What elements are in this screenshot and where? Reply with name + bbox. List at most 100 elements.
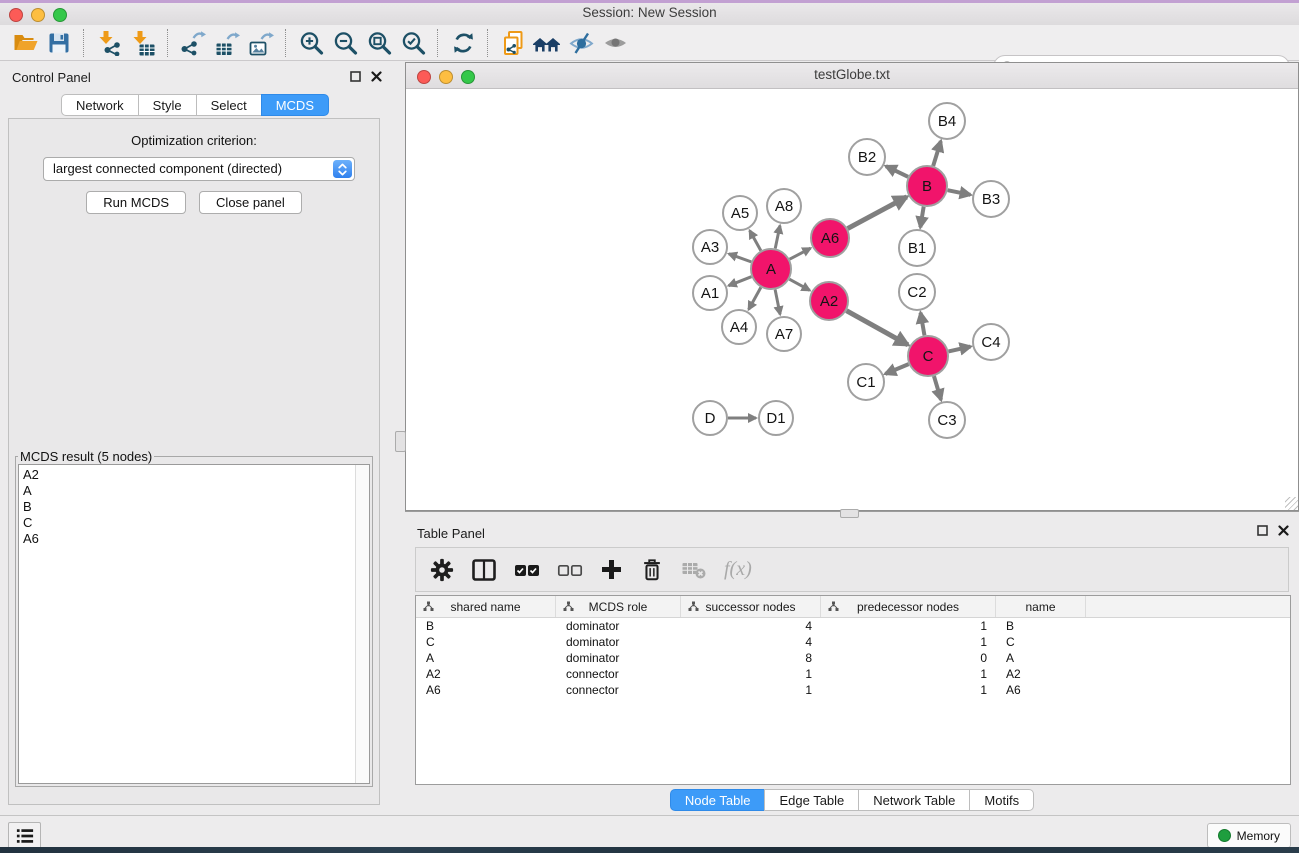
table-cell: A6 — [416, 683, 556, 697]
import-table-icon[interactable] — [126, 28, 160, 58]
mcds-result-item[interactable]: C — [19, 515, 369, 531]
new-network-from-selection-icon[interactable] — [496, 28, 530, 58]
tab-select[interactable]: Select — [196, 94, 262, 116]
graph-edge-B-B1[interactable] — [920, 207, 923, 228]
create-new-column-icon[interactable] — [600, 558, 623, 581]
graph-node-label-B2: B2 — [858, 149, 876, 166]
graph-edge-A-A7[interactable] — [775, 290, 780, 315]
table-cell: A — [996, 651, 1086, 665]
mcds-result-group: MCDS result (5 nodes) A2ABCA6 — [15, 449, 373, 787]
graph-node-label-B: B — [922, 178, 932, 195]
graph-edge-A-A1[interactable] — [729, 277, 752, 286]
network-graph[interactable]: B4B2BB3A8A5A6A3B1AA1C2A2A4A7C4CC1C3DD1 — [406, 89, 1298, 510]
show-all-networks-icon[interactable] — [530, 28, 564, 58]
graph-edge-C-C4[interactable] — [948, 347, 970, 352]
table-row[interactable]: Cdominator41C — [416, 634, 1290, 650]
table-row[interactable]: A2connector11A2 — [416, 666, 1290, 682]
hide-selected-icon[interactable] — [564, 28, 598, 58]
graph-node-label-A1: A1 — [701, 285, 719, 302]
graph-edge-C-C3[interactable] — [934, 376, 941, 400]
table-row[interactable]: A6connector11A6 — [416, 682, 1290, 698]
mcds-result-item[interactable]: A6 — [19, 531, 369, 547]
column-header-mcds-role[interactable]: MCDS role — [556, 596, 681, 617]
graph-node-label-D: D — [705, 410, 716, 427]
tab-network-table[interactable]: Network Table — [858, 789, 970, 811]
column-header-name[interactable]: name — [996, 596, 1086, 617]
graph-edge-B-B4[interactable] — [933, 141, 941, 166]
mcds-result-list[interactable]: A2ABCA6 — [18, 464, 370, 784]
optimization-criterion-dropdown[interactable]: largest connected component (directed) — [43, 157, 355, 181]
network-window-titlebar[interactable]: testGlobe.txt — [406, 63, 1298, 89]
graph-edge-B-B3[interactable] — [948, 190, 971, 195]
graph-edge-A-A4[interactable] — [749, 287, 761, 309]
graph-edge-A6-B[interactable] — [848, 197, 907, 229]
graph-edge-A2-C[interactable] — [846, 311, 907, 345]
scrollbar-track[interactable] — [355, 465, 369, 783]
graph-edge-C-C1[interactable] — [885, 364, 908, 374]
table-panel-tabs: Node TableEdge TableNetwork TableMotifs — [670, 789, 1034, 811]
tab-style[interactable]: Style — [138, 94, 197, 116]
tab-motifs[interactable]: Motifs — [969, 789, 1034, 811]
desktop-edge — [0, 0, 1299, 3]
graph-edge-A-A8[interactable] — [775, 226, 780, 249]
node-table[interactable]: shared nameMCDS rolesuccessor nodesprede… — [415, 595, 1291, 785]
graph-node-label-C: C — [923, 348, 934, 365]
column-header-predecessor-nodes[interactable]: predecessor nodes — [821, 596, 996, 617]
show-hidden-icon — [598, 28, 632, 58]
show-task-history-button[interactable] — [8, 822, 41, 849]
window-resize-grip[interactable] — [1285, 497, 1298, 510]
close-panel-icon[interactable] — [1278, 525, 1289, 536]
table-cell: dominator — [556, 651, 681, 665]
column-header-shared-name[interactable]: shared name — [416, 596, 556, 617]
window-title: Session: New Session — [0, 5, 1299, 20]
zoom-fit-icon[interactable] — [362, 28, 396, 58]
tab-network[interactable]: Network — [61, 94, 139, 116]
mcds-result-item[interactable]: B — [19, 499, 369, 515]
zoom-in-icon[interactable] — [294, 28, 328, 58]
select-all-columns-icon[interactable] — [514, 558, 540, 582]
float-panel-icon[interactable] — [350, 71, 361, 82]
show-column-icon[interactable] — [471, 558, 497, 582]
zoom-selected-icon[interactable] — [396, 28, 430, 58]
control-panel-title: Control Panel — [12, 70, 91, 85]
graph-edge-A-A6[interactable] — [790, 248, 811, 259]
unselect-all-columns-icon[interactable] — [557, 558, 583, 582]
mcds-result-item[interactable]: A — [19, 483, 369, 499]
graph-edge-A-A3[interactable] — [729, 254, 751, 262]
table-cell: 4 — [681, 635, 821, 649]
zoom-out-icon[interactable] — [328, 28, 362, 58]
open-session-icon[interactable] — [8, 28, 42, 58]
export-table-icon[interactable] — [210, 28, 244, 58]
delete-column-trash-icon[interactable] — [640, 558, 664, 582]
vertical-divider-handle[interactable] — [395, 431, 406, 452]
tab-node-table[interactable]: Node Table — [670, 789, 766, 811]
graph-edge-B-B2[interactable] — [886, 166, 908, 177]
graph-node-label-D1: D1 — [766, 410, 785, 427]
graph-node-label-B3: B3 — [982, 191, 1000, 208]
table-row[interactable]: Adominator80A — [416, 650, 1290, 666]
table-settings-gear-icon[interactable] — [430, 558, 454, 582]
toolbar-separator — [437, 29, 439, 57]
column-header-successor-nodes[interactable]: successor nodes — [681, 596, 821, 617]
close-panel-icon[interactable] — [371, 71, 382, 82]
float-panel-icon[interactable] — [1257, 525, 1268, 536]
graph-edge-A-A2[interactable] — [789, 279, 809, 290]
import-network-icon[interactable] — [92, 28, 126, 58]
tab-mcds[interactable]: MCDS — [261, 94, 329, 116]
graph-edge-C-C2[interactable] — [921, 313, 925, 336]
table-header-row: shared nameMCDS rolesuccessor nodesprede… — [416, 596, 1290, 618]
table-cell: 1 — [821, 619, 996, 633]
refresh-icon[interactable] — [446, 28, 480, 58]
mcds-result-item[interactable]: A2 — [19, 467, 369, 483]
table-row[interactable]: Bdominator41B — [416, 618, 1290, 634]
run-mcds-button[interactable]: Run MCDS — [86, 191, 186, 214]
graph-edge-A-A5[interactable] — [750, 230, 761, 250]
memory-button[interactable]: Memory — [1207, 823, 1291, 848]
network-canvas[interactable]: B4B2BB3A8A5A6A3B1AA1C2A2A4A7C4CC1C3DD1 — [406, 89, 1298, 510]
export-image-icon[interactable] — [244, 28, 278, 58]
export-network-icon[interactable] — [176, 28, 210, 58]
close-panel-button[interactable]: Close panel — [199, 191, 302, 214]
tab-edge-table[interactable]: Edge Table — [764, 789, 859, 811]
save-session-icon[interactable] — [42, 28, 76, 58]
graph-node-label-A7: A7 — [775, 326, 793, 343]
